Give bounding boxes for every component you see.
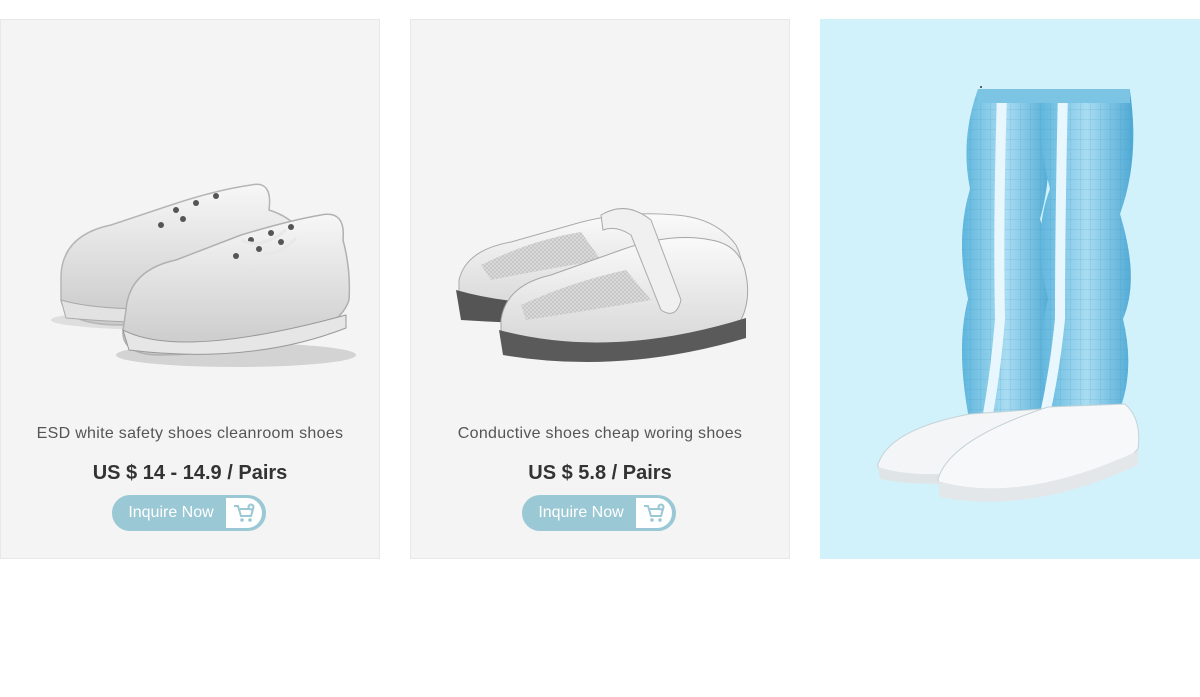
product-image-velcro-mesh-shoes[interactable] (411, 20, 789, 410)
product-card-cleanroom-boots[interactable] (820, 19, 1200, 559)
product-card-conductive-shoes[interactable]: Conductive shoes cheap woring shoes US $… (410, 19, 790, 559)
cart-icon (226, 498, 262, 528)
product-card-esd-safety-shoes[interactable]: ESD white safety shoes cleanroom shoes U… (0, 19, 380, 559)
product-title[interactable]: ESD white safety shoes cleanroom shoes (1, 425, 379, 443)
product-title[interactable]: Conductive shoes cheap woring shoes (411, 425, 789, 443)
cart-icon (636, 498, 672, 528)
inquire-now-label: Inquire Now (538, 504, 624, 521)
product-image-white-lace-shoes[interactable] (1, 20, 379, 410)
inquire-now-label: Inquire Now (128, 504, 214, 521)
inquire-now-button[interactable]: Inquire Now (522, 495, 676, 531)
product-price: US $ 5.8 / Pairs (528, 462, 672, 484)
product-image-blue-cleanroom-boots[interactable] (820, 19, 1200, 559)
product-grid: ESD white safety shoes cleanroom shoes U… (0, 0, 1200, 697)
inquire-now-button[interactable]: Inquire Now (112, 495, 266, 531)
product-price: US $ 14 - 14.9 / Pairs (92, 462, 288, 484)
